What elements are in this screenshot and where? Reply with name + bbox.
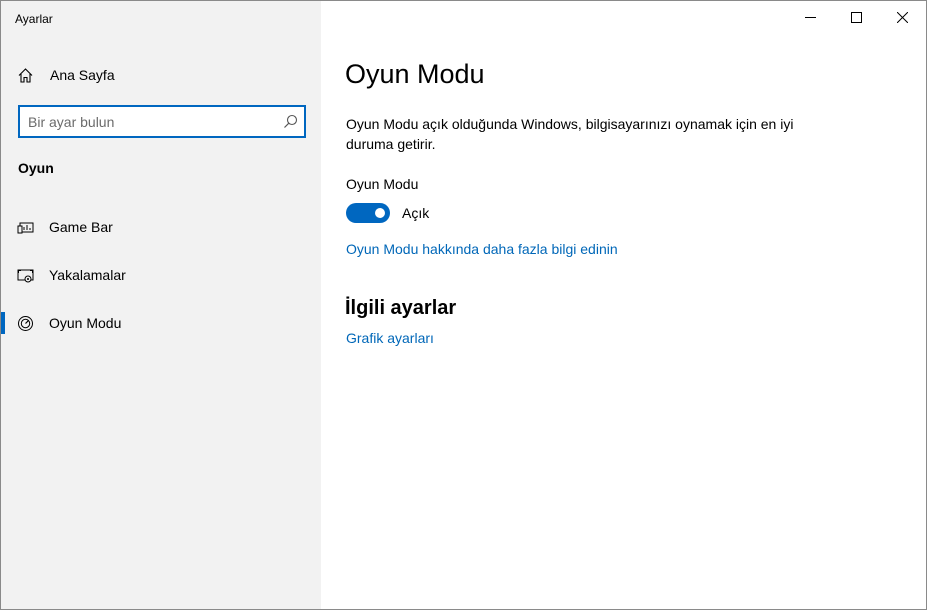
minimize-button[interactable] bbox=[787, 1, 833, 33]
search-box[interactable] bbox=[18, 105, 306, 138]
sidebar-item-label: Yakalamalar bbox=[49, 267, 126, 283]
home-link[interactable]: Ana Sayfa bbox=[17, 64, 115, 86]
sidebar-item-captures[interactable]: Yakalamalar bbox=[1, 255, 321, 295]
maximize-icon bbox=[850, 11, 862, 23]
game-mode-toggle[interactable] bbox=[346, 203, 390, 223]
game-bar-icon bbox=[17, 222, 34, 233]
sidebar: Ayarlar Ana Sayfa Oyun Game Bar bbox=[1, 1, 321, 609]
minimize-icon bbox=[804, 16, 816, 18]
learn-more-link[interactable]: Oyun Modu hakkında daha fazla bilgi edin… bbox=[346, 241, 618, 257]
captures-icon bbox=[17, 269, 34, 282]
maximize-button[interactable] bbox=[833, 1, 879, 33]
sidebar-item-game-bar[interactable]: Game Bar bbox=[1, 207, 321, 247]
toggle-state-label: Açık bbox=[402, 205, 430, 221]
home-label: Ana Sayfa bbox=[50, 67, 115, 83]
app-title: Ayarlar bbox=[15, 12, 53, 26]
sidebar-item-game-mode[interactable]: Oyun Modu bbox=[1, 303, 321, 343]
sidebar-item-label: Oyun Modu bbox=[49, 315, 122, 331]
settings-window: Ayarlar Ana Sayfa Oyun Game Bar bbox=[0, 0, 927, 610]
toggle-knob bbox=[375, 208, 385, 218]
search-input[interactable] bbox=[28, 113, 278, 130]
game-mode-icon bbox=[18, 315, 33, 331]
setting-label: Oyun Modu bbox=[346, 176, 419, 192]
related-settings-title: İlgili ayarlar bbox=[345, 297, 457, 319]
close-button[interactable] bbox=[879, 1, 925, 33]
section-title: Oyun bbox=[18, 160, 54, 176]
graphics-settings-link[interactable]: Grafik ayarları bbox=[346, 330, 434, 346]
home-icon bbox=[18, 67, 33, 83]
sidebar-item-label: Game Bar bbox=[49, 219, 113, 235]
search-icon[interactable] bbox=[283, 114, 298, 129]
page-title: Oyun Modu bbox=[345, 59, 485, 89]
page-description: Oyun Modu açık olduğunda Windows, bilgis… bbox=[346, 116, 794, 152]
close-icon bbox=[896, 11, 908, 23]
